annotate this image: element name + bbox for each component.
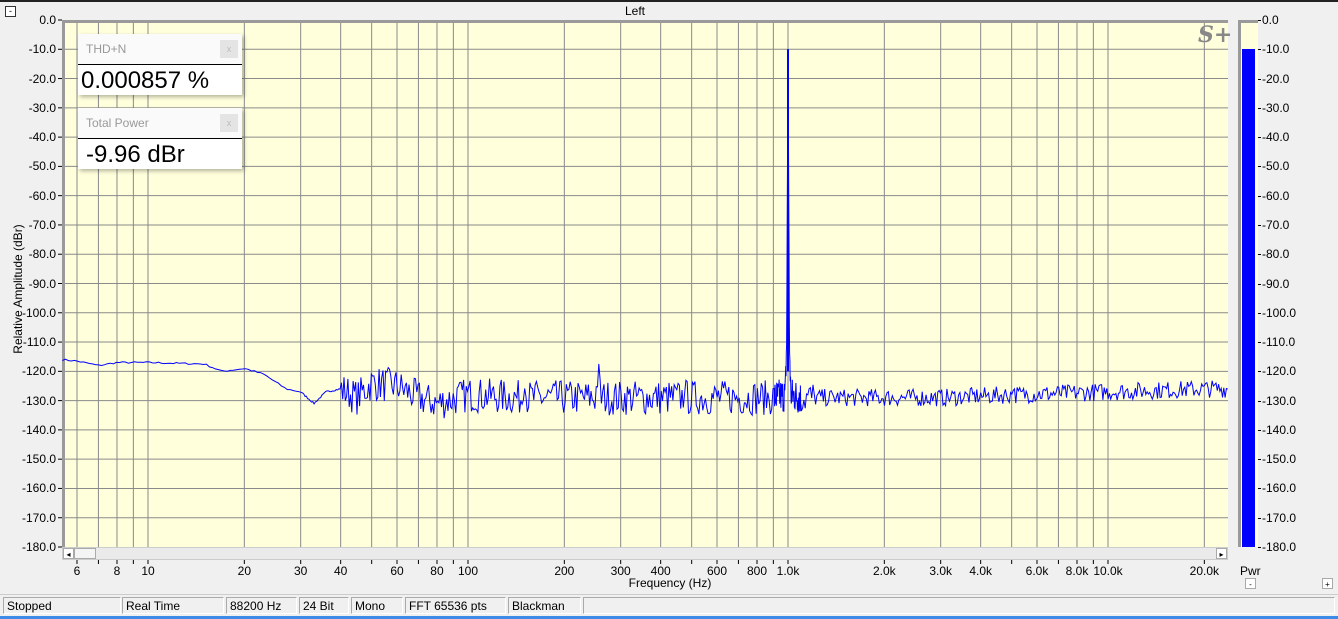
thd-n-panel[interactable]: THD+N x 0.000857 %: [78, 34, 242, 95]
status-channels: Mono: [351, 597, 403, 614]
meter-tick-label: -80.0: [1257, 247, 1290, 262]
scroll-thumb[interactable]: [74, 548, 96, 559]
power-meter-bar: [1242, 49, 1255, 547]
y-tick-label: -120.0: [21, 364, 56, 379]
x-axis-title: Frequency (Hz): [628, 576, 712, 590]
y-tick-label: -30.0: [28, 100, 56, 115]
status-window: Blackman: [508, 597, 581, 614]
status-fft-size: FFT 65536 pts: [405, 597, 506, 614]
y-tick-label: -20.0: [28, 71, 56, 86]
x-tick-label: 2.0k: [872, 564, 896, 578]
meter-tick-label: -50.0: [1257, 159, 1290, 174]
x-tick-label: 40: [333, 564, 348, 578]
status-state: Stopped: [3, 597, 121, 614]
meter-tick-label: -150.0: [1257, 452, 1297, 467]
x-tick-label: 20: [237, 564, 251, 578]
y-tick-label: -180.0: [21, 540, 56, 554]
y-tick-label: -80.0: [28, 247, 56, 262]
y-tick-label: -60.0: [28, 188, 56, 203]
horizontal-scrollbar[interactable]: ◂ ▸: [62, 547, 1228, 560]
status-bit-depth: 24 Bit: [299, 597, 349, 614]
status-sample-rate: 88200 Hz: [226, 597, 297, 614]
total-power-panel[interactable]: Total Power x -9.96 dBr: [78, 108, 242, 169]
meter-tick-label: -110.0: [1257, 335, 1296, 350]
y-tick-label: -140.0: [21, 422, 56, 437]
y-tick-label: -130.0: [21, 393, 56, 408]
meter-tick-label: -120.0: [1257, 364, 1297, 379]
thd-n-value: 0.000857 %: [78, 64, 242, 95]
meter-tick-label: -140.0: [1257, 422, 1297, 437]
logo: S+: [1198, 22, 1233, 48]
y-tick-label: -10.0: [28, 42, 56, 57]
status-empty: [583, 597, 1335, 614]
y-axis-title: Relative Amplitude (dBr): [11, 224, 25, 354]
meter-tick-label: -130.0: [1257, 393, 1297, 408]
meter-tick-label: -10.0: [1257, 42, 1290, 57]
status-bar: Stopped Real Time 88200 Hz 24 Bit Mono F…: [0, 594, 1338, 617]
close-icon[interactable]: x: [220, 40, 238, 58]
meter-tick-label: -40.0: [1257, 130, 1290, 145]
status-mode: Real Time: [122, 597, 224, 614]
meter-tick-label: -180.0: [1257, 540, 1297, 554]
x-tick-label: 20.0k: [1189, 564, 1219, 578]
meter-tick-label: 0.0: [1258, 13, 1279, 27]
scroll-left-button[interactable]: ◂: [63, 548, 74, 559]
meter-tick-label: -60.0: [1257, 188, 1290, 203]
close-icon[interactable]: x: [220, 114, 238, 132]
meter-tick-label: -70.0: [1257, 217, 1290, 232]
meter-plus-button[interactable]: +: [1322, 578, 1333, 589]
meter-tick-label: -160.0: [1257, 481, 1297, 496]
power-meter: [1238, 20, 1258, 547]
x-tick-label: 10.0k: [1093, 564, 1123, 578]
total-power-label: Total Power: [78, 108, 242, 138]
total-power-value: -9.96 dBr: [78, 138, 242, 169]
y-tick-label: -50.0: [28, 159, 56, 174]
meter-minus-button[interactable]: -: [1245, 578, 1256, 589]
meter-label: Pwr: [1240, 564, 1261, 578]
y-tick-label: -100.0: [21, 305, 56, 320]
y-tick-label: 0.0: [39, 13, 56, 27]
y-tick-label: -170.0: [21, 510, 56, 525]
meter-tick-label: -170.0: [1257, 510, 1297, 525]
y-tick-label: -90.0: [28, 276, 56, 291]
y-tick-label: -40.0: [28, 130, 56, 145]
y-tick-label: -150.0: [21, 452, 56, 467]
meter-tick-label: -90.0: [1257, 276, 1290, 291]
meter-tick-label: -100.0: [1257, 305, 1297, 320]
y-tick-label: -70.0: [28, 217, 56, 232]
x-tick-label: 4.0k: [969, 564, 992, 578]
y-tick-label: -110.0: [22, 335, 56, 350]
x-tick-label: 10: [141, 564, 155, 578]
x-tick-label: 100: [457, 564, 479, 578]
meter-tick-label: -30.0: [1257, 100, 1290, 115]
y-tick-label: -160.0: [21, 481, 56, 496]
thd-n-label: THD+N: [78, 34, 242, 64]
scroll-right-button[interactable]: ▸: [1216, 548, 1227, 559]
meter-tick-label: -20.0: [1257, 71, 1290, 86]
